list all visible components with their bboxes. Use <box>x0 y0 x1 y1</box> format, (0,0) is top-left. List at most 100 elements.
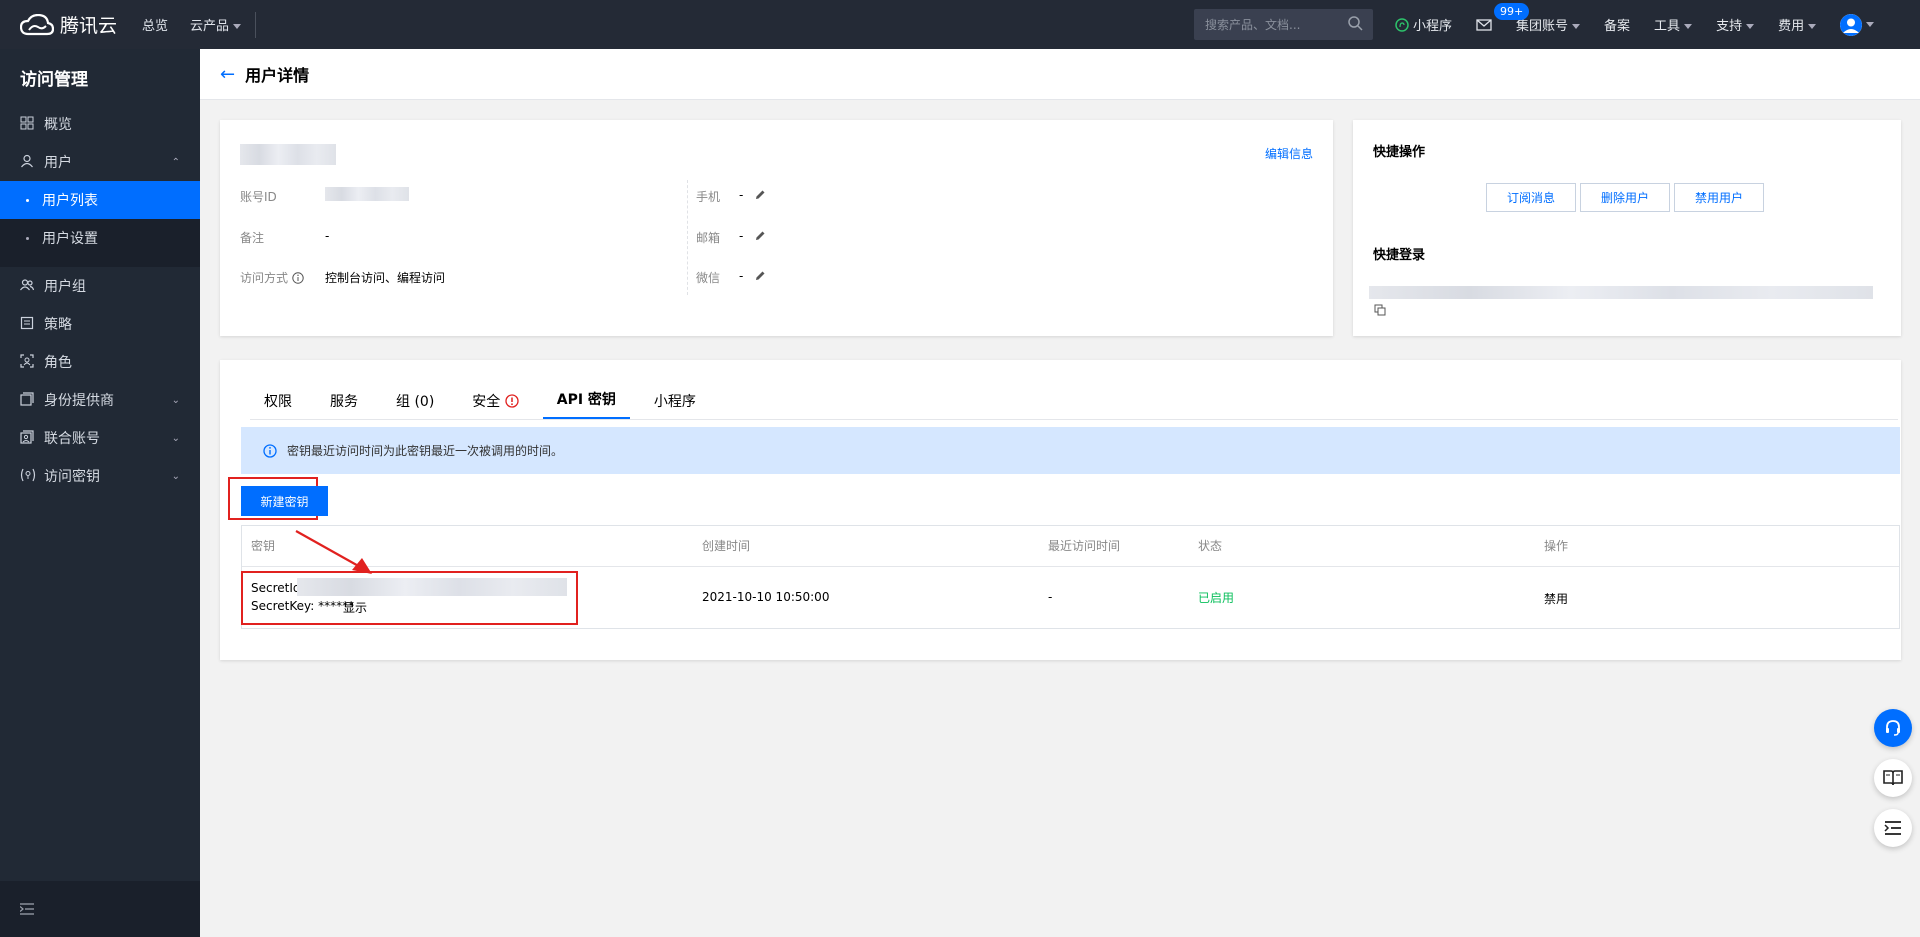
remark-label: 备注 <box>240 231 265 245</box>
mail-icon[interactable] <box>1476 18 1492 31</box>
brand-name: 腾讯云 <box>60 15 118 37</box>
phone-value: - <box>739 188 744 202</box>
edit-info-link[interactable]: 编辑信息 <box>1265 145 1313 162</box>
warning-icon <box>505 394 519 408</box>
back-arrow-icon[interactable]: ← <box>220 64 235 85</box>
sidebar-item-user-settings[interactable]: 用户设置 <box>0 219 200 257</box>
page-title: 用户详情 <box>245 66 310 85</box>
role-icon <box>20 354 36 370</box>
top-bar: 腾讯云 总览 云产品 搜索产品、文档... 小程序 集团账号 备案 工具 支持 … <box>0 0 1920 49</box>
search-icon[interactable] <box>1348 16 1363 31</box>
page-header: ← 用户详情 <box>200 49 1920 100</box>
tab-permission[interactable]: 权限 <box>250 391 306 419</box>
miniprogram-link[interactable]: 小程序 <box>1395 15 1452 34</box>
search-input[interactable]: 搜索产品、文档... <box>1194 9 1373 40</box>
search-placeholder: 搜索产品、文档... <box>1205 18 1301 32</box>
fees-label: 费用 <box>1778 19 1805 34</box>
tab-api-key[interactable]: API 密钥 <box>542 389 630 419</box>
last-access-time: - <box>1048 590 1053 604</box>
nav-products-label: 云产品 <box>190 19 230 34</box>
sidebar-item-user-list[interactable]: 用户列表 <box>0 181 200 219</box>
chevron-down-icon <box>1808 24 1817 29</box>
sidebar-item-user[interactable]: 用户 ⌃ <box>0 143 200 181</box>
remark-value: - <box>325 229 330 243</box>
tools-label: 工具 <box>1654 19 1681 34</box>
sidebar-item-label: 角色 <box>44 355 72 371</box>
edit-wechat-icon[interactable] <box>754 270 766 282</box>
new-key-button[interactable]: 新建密钥 <box>241 486 328 516</box>
tab-security[interactable]: 安全 <box>458 391 532 419</box>
sidebar-collapse-button[interactable] <box>0 881 200 937</box>
edit-phone-icon[interactable] <box>754 189 766 201</box>
chevron-down-icon: ⌄ <box>171 432 180 444</box>
disable-key-link[interactable]: 禁用 <box>1544 590 1568 607</box>
disable-user-button[interactable]: 禁用用户 <box>1674 183 1764 212</box>
copy-icon[interactable] <box>1374 304 1386 316</box>
sidebar-item-label: 用户组 <box>44 279 86 295</box>
delete-user-button[interactable]: 删除用户 <box>1580 183 1670 212</box>
sidebar-item-access-key[interactable]: 访问密钥 ⌄ <box>0 457 200 495</box>
customer-service-button[interactable] <box>1874 709 1912 747</box>
grid-icon <box>20 116 36 132</box>
info-icon <box>263 443 277 458</box>
sidebar-item-label: 联合账号 <box>44 431 100 447</box>
quick-login-url-redacted[interactable] <box>1369 286 1873 299</box>
headset-icon <box>1886 720 1900 736</box>
subscribe-button[interactable]: 订阅消息 <box>1486 183 1576 212</box>
tab-bar: 权限 服务 组 (0) 安全 API 密钥 小程序 <box>250 380 1898 420</box>
fees-menu[interactable]: 费用 <box>1778 15 1817 34</box>
user-menu[interactable] <box>1840 13 1875 36</box>
sidebar-item-overview[interactable]: 概览 <box>0 105 200 143</box>
access-key-icon <box>20 468 36 484</box>
federated-account-icon <box>20 430 36 446</box>
user-group-icon <box>20 278 36 294</box>
sidebar-item-policy[interactable]: 策略 <box>0 305 200 343</box>
sidebar-item-identity-provider[interactable]: 身份提供商 ⌄ <box>0 381 200 419</box>
chevron-down-icon <box>1866 22 1875 27</box>
docs-button[interactable] <box>1874 759 1912 797</box>
chevron-down-icon <box>1746 24 1755 29</box>
chevron-down-icon: ⌄ <box>171 394 180 406</box>
sidebar-item-label: 用户列表 <box>42 193 98 209</box>
list-menu-icon <box>1884 821 1901 835</box>
nav-overview[interactable]: 总览 <box>142 15 168 34</box>
beian-link[interactable]: 备案 <box>1604 15 1630 34</box>
miniprogram-icon <box>1395 17 1409 32</box>
quick-login-title: 快捷登录 <box>1373 248 1426 263</box>
phone-label: 手机 <box>696 190 721 204</box>
user-icon <box>20 154 36 170</box>
sidebar-item-user-group[interactable]: 用户组 <box>0 267 200 305</box>
sidebar-item-label: 身份提供商 <box>44 393 114 409</box>
chevron-down-icon <box>233 24 242 29</box>
cloud-icon <box>20 13 54 35</box>
divider <box>255 11 257 38</box>
sidebar-item-label: 策略 <box>44 317 72 333</box>
brand-logo[interactable]: 腾讯云 <box>20 11 117 38</box>
table-header: 操作 <box>1544 539 1569 553</box>
tools-menu[interactable]: 工具 <box>1654 15 1693 34</box>
table-header: 密钥 <box>251 539 276 553</box>
divider <box>687 180 688 295</box>
wechat-label: 微信 <box>696 271 721 285</box>
sidebar-item-federated-account[interactable]: 联合账号 ⌄ <box>0 419 200 457</box>
tab-group[interactable]: 组 (0) <box>382 391 448 419</box>
user-icon <box>1840 13 1863 36</box>
quick-ops-title: 快捷操作 <box>1373 145 1426 160</box>
info-icon[interactable] <box>292 272 304 284</box>
support-menu[interactable]: 支持 <box>1716 15 1755 34</box>
tab-miniprogram[interactable]: 小程序 <box>640 391 710 419</box>
menu-button[interactable] <box>1874 809 1912 847</box>
notice-banner: 密钥最近访问时间为此密钥最近一次被调用的时间。 <box>241 427 1900 474</box>
arrow-annotation-icon <box>295 530 372 574</box>
chevron-down-icon <box>1684 24 1693 29</box>
access-method-value: 控制台访问、编程访问 <box>325 271 446 285</box>
table-header: 最近访问时间 <box>1048 539 1121 553</box>
divider <box>242 566 1899 567</box>
edit-email-icon[interactable] <box>754 230 766 242</box>
tab-service[interactable]: 服务 <box>316 391 372 419</box>
nav-products[interactable]: 云产品 <box>190 15 242 34</box>
collapse-icon <box>20 903 34 915</box>
sidebar-item-label: 用户 <box>44 155 72 171</box>
sidebar-item-role[interactable]: 角色 <box>0 343 200 381</box>
sidebar-item-label: 访问密钥 <box>44 469 100 485</box>
